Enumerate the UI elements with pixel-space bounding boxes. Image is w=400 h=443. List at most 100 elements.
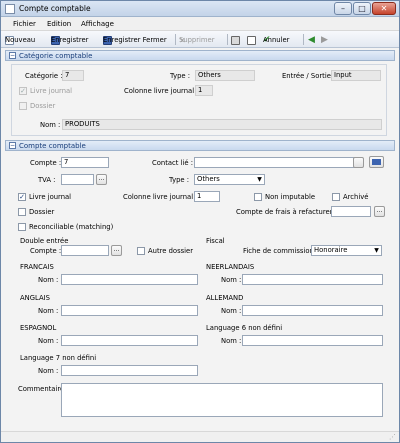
fiche-commission-select[interactable]: Honoraire ▼ — [311, 245, 382, 256]
minimize-button[interactable]: – — [334, 2, 352, 15]
language7-nom-input[interactable] — [61, 365, 198, 376]
compte-label: Compte : — [30, 159, 62, 167]
categorie-nom-label: Nom : — [40, 121, 61, 129]
status-bar: ⋰ — [1, 431, 399, 442]
chevron-down-icon: ▼ — [257, 176, 262, 183]
entree-sortie-label: Entrée / Sortie : — [282, 72, 336, 80]
espagnol-nom-input[interactable] — [61, 335, 198, 346]
categorie-type-label: Type : — [170, 72, 191, 80]
collapse-icon: − — [9, 142, 16, 149]
categorie-panel: Catégorie : 7 Type : Others Entrée / Sor… — [11, 64, 387, 136]
neerlandais-nom-input[interactable] — [242, 274, 383, 285]
contact-lie-input[interactable] — [194, 157, 359, 168]
francais-nom-label: Nom : — [38, 276, 59, 284]
language7-nom-label: Nom : — [38, 367, 59, 375]
archive-checkbox[interactable] — [332, 193, 340, 201]
compte-input[interactable]: 7 — [61, 157, 109, 168]
section-categorie-header[interactable]: − Catégorie comptable — [5, 50, 395, 61]
menu-edition[interactable]: Edition — [47, 20, 71, 28]
tva-input[interactable] — [61, 174, 94, 185]
frais-refacturer-input[interactable] — [331, 206, 371, 217]
allemand-nom-label: Nom : — [221, 307, 242, 315]
window: Compte comptable – □ ✕ Fichier Edition A… — [0, 0, 400, 443]
categorie-type-value: Others — [195, 70, 255, 81]
enregistrer-fermer-button[interactable]: Enregistrer Fermer — [103, 34, 167, 46]
menu-affichage[interactable]: Affichage — [81, 20, 114, 28]
section-compte-title: Compte comptable — [19, 142, 86, 150]
espagnol-label: ESPAGNOL — [20, 324, 57, 332]
close-button[interactable]: ✕ — [372, 2, 396, 15]
fiche-commission-value: Honoraire — [314, 246, 348, 254]
francais-nom-input[interactable] — [61, 274, 198, 285]
print-preview-button[interactable] — [247, 34, 256, 46]
enregistrer-button[interactable]: Enregistrer — [51, 34, 88, 46]
resize-grip-icon[interactable]: ⋰ — [389, 433, 396, 441]
tva-browse-button[interactable]: ... — [96, 174, 107, 185]
francais-label: FRANCAIS — [20, 263, 54, 271]
non-imputable-checkbox[interactable] — [254, 193, 262, 201]
menu-bar: Fichier Edition Affichage — [1, 17, 399, 31]
next-button[interactable]: ▶ — [321, 34, 328, 46]
fiscal-label: Fiscal — [206, 237, 225, 245]
double-entree-compte-input[interactable] — [61, 245, 109, 256]
nouveau-label: Nouveau — [5, 36, 36, 44]
contact-card-icon — [372, 159, 381, 165]
arrow-right-icon: ▶ — [321, 35, 328, 45]
maximize-button[interactable]: □ — [353, 2, 371, 15]
double-entree-browse-button[interactable]: ... — [111, 245, 122, 256]
contact-browse-button[interactable] — [353, 157, 364, 168]
categorie-label: Catégorie : — [25, 72, 63, 80]
contact-card-button[interactable] — [369, 156, 384, 168]
neerlandais-nom-label: Nom : — [221, 276, 242, 284]
language6-label: Language 6 non défini — [206, 324, 283, 332]
livre-journal-label: Livre journal — [29, 193, 72, 201]
categorie-dossier-label: Dossier — [30, 102, 56, 110]
supprimer-label: Supprimer — [179, 36, 215, 44]
chevron-down-icon: ▼ — [374, 247, 379, 254]
language7-label: Language 7 non défini — [20, 354, 97, 362]
commentaire-label: Commentaire — [18, 385, 65, 393]
app-icon — [5, 4, 15, 14]
compte-type-value: Others — [197, 175, 220, 183]
autre-dossier-checkbox[interactable] — [137, 247, 145, 255]
reconciliable-label: Reconciliable (matching) — [29, 223, 114, 231]
non-imputable-label: Non imputable — [265, 193, 316, 201]
supprimer-button[interactable]: ✕ Supprimer — [179, 34, 215, 46]
double-entree-label: Double entrée — [20, 237, 69, 245]
categorie-livre-journal-label: Livre journal — [30, 87, 73, 95]
compte-colonne-label: Colonne livre journal : — [123, 193, 198, 201]
reconciliable-checkbox[interactable] — [18, 223, 26, 231]
categorie-dossier-checkbox[interactable] — [19, 102, 27, 110]
allemand-nom-input[interactable] — [242, 305, 383, 316]
annuler-button[interactable]: ✔ Annuler — [263, 34, 289, 46]
window-title: Compte comptable — [19, 4, 91, 13]
anglais-nom-input[interactable] — [61, 305, 198, 316]
autre-dossier-label: Autre dossier — [148, 247, 194, 255]
compte-colonne-input[interactable]: 1 — [194, 191, 220, 202]
previous-button[interactable]: ◀ — [308, 34, 315, 46]
print-icon — [231, 35, 240, 45]
toolbar-separator — [175, 34, 176, 45]
fiche-commission-label: Fiche de commission — [243, 247, 314, 255]
compte-type-select[interactable]: Others ▼ — [194, 174, 265, 185]
toolbar-separator — [303, 34, 304, 45]
section-compte-header[interactable]: − Compte comptable — [5, 140, 395, 151]
print-button[interactable] — [231, 34, 240, 46]
dossier-checkbox[interactable] — [18, 208, 26, 216]
livre-journal-checkbox[interactable]: ✓ — [18, 193, 26, 201]
nouveau-button[interactable]: Nouveau — [5, 34, 35, 46]
anglais-nom-label: Nom : — [38, 307, 59, 315]
toolbar: Nouveau Enregistrer Enregistrer Fermer ✕… — [1, 31, 399, 48]
title-bar: Compte comptable – □ ✕ — [1, 1, 399, 17]
categorie-nom-value: PRODUITS — [62, 119, 382, 130]
allemand-label: ALLEMAND — [206, 294, 244, 302]
compte-panel: Compte : 7 Contact lié : TVA : ... Type … — [11, 153, 387, 423]
commentaire-textarea[interactable] — [61, 383, 383, 417]
categorie-livre-journal-checkbox[interactable]: ✓ — [19, 87, 27, 95]
language6-nom-input[interactable] — [242, 335, 383, 346]
menu-fichier[interactable]: Fichier — [13, 20, 36, 28]
frais-browse-button[interactable]: ... — [374, 206, 385, 217]
section-categorie-title: Catégorie comptable — [19, 52, 93, 60]
espagnol-nom-label: Nom : — [38, 337, 59, 345]
annuler-label: Annuler — [263, 36, 290, 44]
